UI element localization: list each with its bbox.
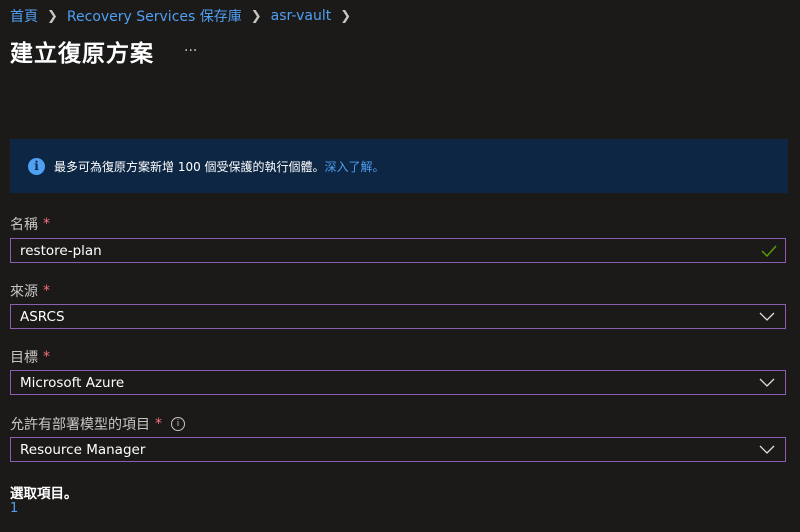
- required-indicator: *: [43, 216, 50, 232]
- source-dropdown-value: ASRCS: [20, 308, 65, 325]
- required-indicator: *: [43, 349, 50, 365]
- name-input[interactable]: restore-plan: [10, 238, 786, 263]
- page-title: 建立復原方案: [10, 41, 154, 67]
- source-dropdown[interactable]: ASRCS: [10, 304, 786, 329]
- target-label: 目標 *: [10, 347, 50, 367]
- checkmark-icon: [761, 245, 777, 257]
- deployment-model-label-text: 允許有部署模型的項目: [10, 417, 150, 433]
- target-dropdown-value: Microsoft Azure: [20, 374, 125, 391]
- target-dropdown[interactable]: Microsoft Azure: [10, 370, 786, 395]
- info-icon: i: [28, 157, 45, 175]
- info-banner: i 最多可為復原方案新增 100 個受保護的執行個體。 深入了解。: [10, 139, 788, 193]
- chevron-down-icon[interactable]: [759, 312, 775, 322]
- chevron-right-icon: ❯: [47, 8, 58, 24]
- source-label: 來源 *: [10, 281, 50, 301]
- learn-more-link[interactable]: 深入了解。: [325, 158, 385, 175]
- deployment-model-dropdown[interactable]: Resource Manager: [10, 437, 786, 462]
- chevron-down-icon[interactable]: [759, 378, 775, 388]
- deployment-model-label: 允許有部署模型的項目 * i: [10, 414, 185, 434]
- selected-items-count-link[interactable]: 1: [10, 501, 18, 516]
- more-options-button[interactable]: ···: [180, 43, 201, 59]
- required-indicator: *: [155, 416, 162, 432]
- required-indicator: *: [43, 283, 50, 299]
- title-row: 建立復原方案 ···: [10, 34, 201, 68]
- breadcrumb-home[interactable]: 首頁: [10, 6, 38, 26]
- source-label-text: 來源: [10, 284, 38, 300]
- select-items-label: 選取項目。: [10, 486, 78, 502]
- info-banner-text: 最多可為復原方案新增 100 個受保護的執行個體。: [54, 159, 325, 174]
- breadcrumb-recovery-services-vaults[interactable]: Recovery Services 保存庫: [67, 6, 242, 26]
- chevron-right-icon: ❯: [250, 8, 262, 24]
- deployment-model-dropdown-value: Resource Manager: [20, 441, 146, 458]
- name-label: 名稱 *: [10, 214, 50, 234]
- breadcrumb-asr-vault[interactable]: asr-vault: [271, 8, 332, 24]
- target-label-text: 目標: [10, 350, 38, 366]
- chevron-right-icon: ❯: [340, 8, 352, 24]
- breadcrumb: 首頁 ❯ Recovery Services 保存庫 ❯ asr-vault ❯: [10, 6, 360, 26]
- name-input-value[interactable]: restore-plan: [11, 243, 761, 259]
- name-label-text: 名稱: [10, 217, 38, 233]
- chevron-down-icon[interactable]: [759, 445, 775, 455]
- info-tooltip-icon[interactable]: i: [171, 417, 185, 431]
